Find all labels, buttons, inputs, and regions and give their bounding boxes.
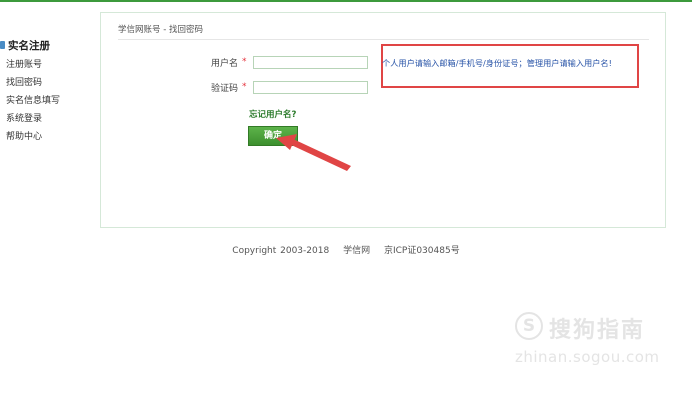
forgot-username-link[interactable]: 忘记用户名?: [249, 108, 296, 120]
captcha-required-mark: *: [242, 82, 247, 92]
page-footer: Copyright 2003-2018 学信网 京ICP证030485号: [0, 243, 692, 256]
top-accent-line: [0, 0, 692, 2]
watermark-domain: zhinan.sogou.com: [515, 348, 660, 366]
input-hint-text: 个人用户请输入邮箱/手机号/身份证号；管理用户请输入用户名!: [382, 58, 612, 68]
username-label: 用户名: [210, 58, 238, 69]
sidebar-heading-label: 实名注册: [8, 39, 50, 52]
sogou-logo-icon: [515, 312, 543, 340]
breadcrumb: 学信网账号 - 找回密码: [118, 23, 649, 40]
sidebar-item-recover-password[interactable]: 找回密码: [0, 74, 95, 92]
bookmark-icon: [0, 41, 5, 49]
captcha-input[interactable]: [252, 80, 368, 94]
sidebar-heading: 实名注册: [0, 34, 95, 56]
watermark-name: 搜狗指南: [549, 318, 646, 343]
sogou-watermark: 搜狗指南 zhinan.sogou.com: [515, 310, 675, 370]
captcha-row: 验证码 *: [198, 79, 368, 95]
sidebar-item-realname-info[interactable]: 实名信息填写: [0, 92, 95, 110]
sidebar-item-help[interactable]: 帮助中心: [0, 128, 95, 146]
sidebar-item-login[interactable]: 系统登录: [0, 110, 95, 128]
sidebar-item-register[interactable]: 注册账号: [0, 56, 95, 74]
username-row: 用户名 *: [198, 54, 368, 70]
username-required-mark: *: [242, 57, 247, 67]
confirm-button[interactable]: 确定: [248, 126, 298, 146]
sidebar-nav: 实名注册 注册账号 找回密码 实名信息填写 系统登录 帮助中心: [0, 34, 95, 146]
footer-site-name: 学信网: [343, 246, 371, 256]
username-input[interactable]: [252, 55, 368, 69]
captcha-label: 验证码: [210, 83, 238, 94]
footer-icp: 京ICP证030485号: [383, 246, 460, 256]
footer-copyright: Copyright 2003-2018: [232, 246, 330, 256]
